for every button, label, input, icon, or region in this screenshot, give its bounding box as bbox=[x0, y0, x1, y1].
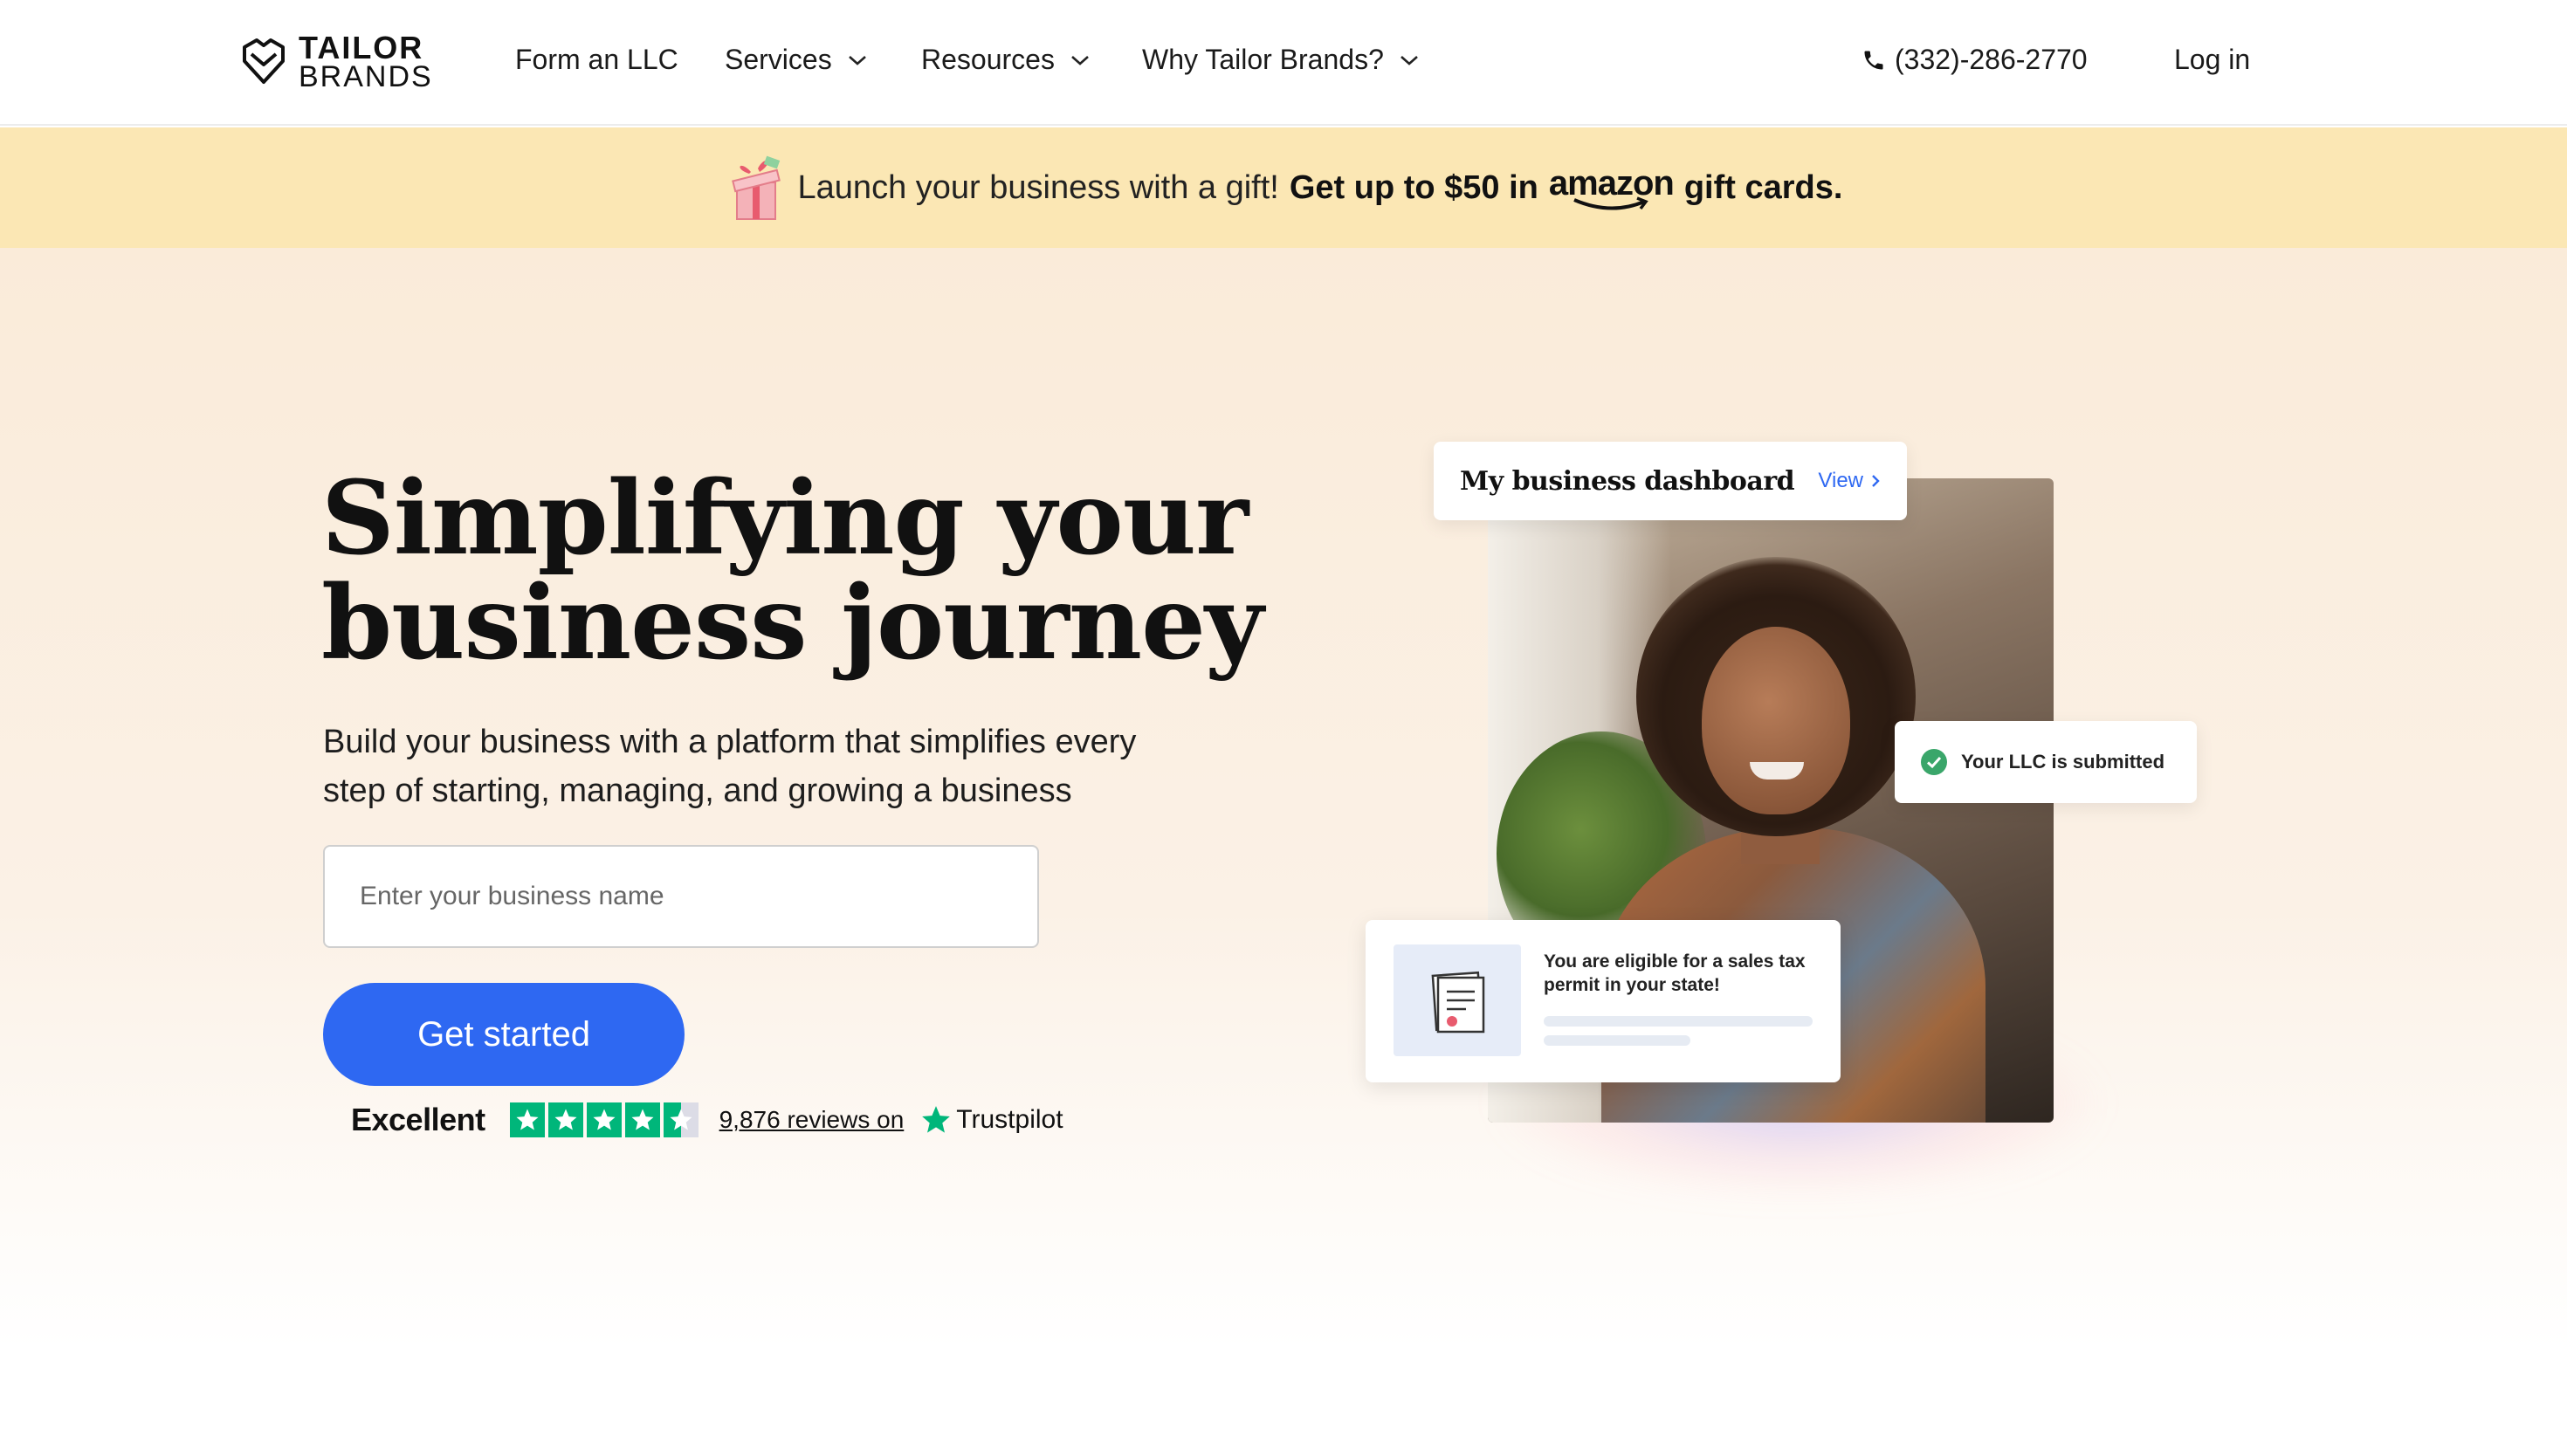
nav-item-services[interactable]: Services bbox=[725, 44, 867, 76]
hero-title: Simplifying your business journey bbox=[321, 466, 1263, 676]
tax-permit-card: You are eligible for a sales tax permit … bbox=[1366, 920, 1841, 1082]
trustpilot-rating[interactable]: Excellent 9,876 reviews on Trustpilot bbox=[351, 1102, 1063, 1138]
promo-bold-text: Get up to $50 in bbox=[1289, 168, 1538, 206]
chevron-down-icon bbox=[1071, 55, 1089, 65]
tax-permit-message: You are eligible for a sales tax permit … bbox=[1544, 951, 1806, 995]
trustpilot-stars bbox=[509, 1102, 699, 1137]
star-icon bbox=[509, 1102, 545, 1137]
tailor-brands-logo-icon bbox=[243, 38, 285, 85]
trustpilot-rating-text: Excellent bbox=[351, 1102, 485, 1137]
nav-item-label: Services bbox=[725, 44, 832, 75]
amazon-logo: amazon bbox=[1548, 163, 1675, 212]
dashboard-view-link[interactable]: View bbox=[1818, 469, 1881, 493]
star-icon bbox=[624, 1102, 660, 1137]
hero-title-line2: business journey bbox=[321, 564, 1263, 683]
login-link[interactable]: Log in bbox=[2174, 44, 2250, 76]
phone-link[interactable]: (332)-286-2770 bbox=[1862, 44, 2088, 76]
business-name-input[interactable] bbox=[323, 845, 1039, 948]
promo-banner[interactable]: Launch your business with a gift! Get up… bbox=[0, 127, 2567, 248]
amazon-wordmark: amazon bbox=[1548, 163, 1675, 203]
nav-item-why-tailor-brands[interactable]: Why Tailor Brands? bbox=[1142, 44, 1419, 76]
dashboard-card: My business dashboard View bbox=[1434, 442, 1907, 520]
logo-text-line1: TAILOR bbox=[299, 30, 424, 65]
star-icon bbox=[586, 1102, 622, 1137]
document-icon bbox=[1431, 971, 1485, 1034]
trustpilot-star-icon bbox=[922, 1106, 951, 1133]
dashboard-card-title: My business dashboard bbox=[1460, 465, 1795, 497]
nav-item-label: Form an LLC bbox=[515, 44, 678, 75]
tailor-brands-logo[interactable]: TAILOR BRANDS bbox=[237, 30, 433, 94]
nav-item-label: Why Tailor Brands? bbox=[1142, 44, 1384, 75]
dashboard-view-label: View bbox=[1818, 469, 1863, 492]
nav-item-label: Resources bbox=[921, 44, 1055, 75]
top-navigation: TAILOR BRANDS Form an LLC Services Resou… bbox=[0, 0, 2567, 126]
star-icon bbox=[547, 1102, 583, 1137]
promo-text: Launch your business with a gift! bbox=[797, 168, 1279, 206]
promo-suffix: gift cards. bbox=[1683, 168, 1843, 206]
nav-item-resources[interactable]: Resources bbox=[921, 44, 1090, 76]
gift-icon bbox=[731, 155, 781, 220]
hero-section: Simplifying your business journey Build … bbox=[0, 248, 2567, 1348]
llc-status-text: Your LLC is submitted bbox=[1961, 751, 2165, 773]
chevron-right-icon bbox=[1872, 475, 1880, 487]
nav-item-form-llc[interactable]: Form an LLC bbox=[515, 44, 678, 76]
chevron-down-icon bbox=[1400, 55, 1418, 65]
trustpilot-reviews-link[interactable]: 9,876 reviews on bbox=[719, 1106, 905, 1134]
chevron-down-icon bbox=[848, 55, 866, 65]
logo-text-line2: BRANDS bbox=[299, 60, 433, 94]
trustpilot-brand-text: Trustpilot bbox=[956, 1105, 1063, 1134]
get-started-button[interactable]: Get started bbox=[323, 983, 685, 1086]
hero-title-line1: Simplifying your bbox=[321, 459, 1249, 578]
check-circle-icon bbox=[1921, 749, 1947, 775]
phone-icon bbox=[1864, 51, 1883, 69]
hero-subtitle: Build your business with a platform that… bbox=[323, 724, 1137, 809]
llc-status-card: Your LLC is submitted bbox=[1895, 721, 2197, 803]
placeholder-line bbox=[1544, 1016, 1813, 1027]
phone-number: (332)-286-2770 bbox=[1895, 44, 2088, 75]
half-star-icon bbox=[663, 1102, 699, 1137]
document-thumbnail bbox=[1394, 944, 1521, 1056]
trustpilot-logo: Trustpilot bbox=[919, 1103, 1063, 1137]
placeholder-line bbox=[1544, 1035, 1690, 1046]
